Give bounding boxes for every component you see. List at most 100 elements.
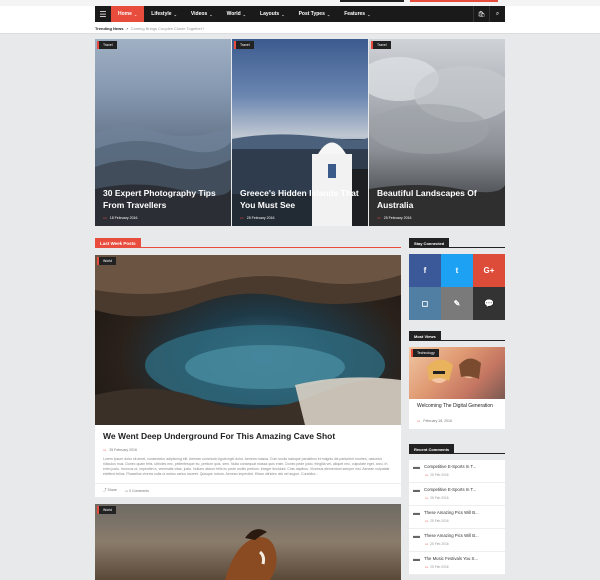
category-tag[interactable]: Travel	[234, 41, 254, 49]
calendar-icon: ▭	[425, 473, 429, 477]
top-strip-dark-bar	[340, 0, 404, 2]
comment-item[interactable]: ▬ The Music Festivals You S... ▭ 25 Feb 2…	[409, 552, 505, 575]
comment-post-title[interactable]: Competitive E-Sports In T...	[424, 487, 476, 492]
comment-date: ▭ 25 Feb 2016	[425, 473, 449, 477]
widget-header: Stay Connected	[409, 238, 505, 248]
chevron-down-icon: ⌄	[173, 11, 177, 17]
nav-item-label: Post Types	[298, 11, 325, 17]
hero-title[interactable]: Beautiful Landscapes Of Australia	[377, 187, 502, 211]
horse-image	[225, 529, 277, 580]
comment-post-title[interactable]: These Amazing Pics Will B...	[424, 510, 479, 515]
nav-item-world[interactable]: World ⌄	[220, 6, 253, 22]
chevron-down-icon: ⌄	[367, 11, 371, 17]
comment-item[interactable]: ▬ These Amazing Pics Will B... ▭ 25 Feb 2…	[409, 506, 505, 529]
search-icon[interactable]: ⌕	[489, 6, 505, 22]
hero-card[interactable]: Travel Beautiful Landscapes Of Australia…	[369, 39, 505, 226]
share-button[interactable]: ⤴ Share	[103, 488, 117, 493]
widget-header: Recent Comments	[409, 444, 505, 454]
hero-title[interactable]: Greece's Hidden Islands That You Must Se…	[240, 187, 365, 211]
comment-icon: ▬	[413, 533, 420, 540]
main-column: Last Week Posts	[95, 238, 401, 248]
post-title[interactable]: Welcoming The Digital Generation	[417, 403, 501, 410]
section-title: Last Week Posts	[95, 238, 141, 248]
category-tag[interactable]: World	[97, 257, 117, 265]
nav-item-videos[interactable]: Videos ⌄	[184, 6, 220, 22]
widget-header: Most Views	[409, 331, 505, 341]
calendar-icon: ▭	[425, 542, 429, 546]
comment-item[interactable]: ▬ Competitive E-Sports In T... ▭ 25 Feb 2…	[409, 460, 505, 483]
facebook-icon[interactable]: f	[409, 254, 441, 287]
date-text: 25 February 2016	[383, 215, 412, 220]
featured-post: World We Went Deep Underground For This …	[95, 255, 401, 497]
comment-item[interactable]: ▬ Competitive E-Sports In T... ▭ 25 Feb 2…	[409, 483, 505, 506]
top-strip-accent-bar	[410, 0, 498, 2]
nav-right-icons: 🛍 ⌕	[473, 6, 505, 22]
menu-icon[interactable]: ☰	[95, 6, 111, 22]
most-views-card[interactable]: Technology Welcoming The Digital Generat…	[409, 347, 505, 429]
comment-post-title[interactable]: These Amazing Pics Will B...	[424, 533, 479, 538]
post-meta: ⤴ Share ▭ 0 Comments	[95, 483, 401, 497]
twitter-icon[interactable]: t	[441, 254, 473, 287]
calendar-icon: ▭	[240, 215, 244, 220]
category-tag[interactable]: Travel	[371, 41, 391, 49]
nav-item-label: Videos	[190, 11, 208, 17]
main-navbar: ☰ Home ⌄ Lifestyle ⌄ Videos ⌄ World ⌄ Layout…	[0, 6, 600, 22]
nav-item-label: Lifestyle	[151, 11, 172, 17]
nav-item-lifestyle[interactable]: Lifestyle ⌄	[144, 6, 184, 22]
post-excerpt: Lorem ipsum dolor sit amet, consectetur …	[103, 457, 390, 476]
chevron-down-icon: ⌄	[326, 11, 331, 17]
comment-date: ▭ 25 Feb 2016	[425, 519, 449, 523]
hero-title[interactable]: 30 Expert Photography Tips From Travelle…	[103, 187, 228, 211]
navbar-inner: ☰ Home ⌄ Lifestyle ⌄ Videos ⌄ World ⌄ Layout…	[95, 6, 505, 22]
calendar-icon: ▭	[417, 419, 421, 423]
sidebar: Stay Connected	[409, 238, 505, 254]
nav-item-layouts[interactable]: Layouts ⌄	[253, 6, 292, 22]
chevron-down-icon: ⌄	[133, 11, 138, 17]
comments-count: 0 Comments	[129, 488, 149, 493]
trending-label: Trending News	[95, 25, 124, 31]
comment-date: ▭ 25 Feb 2016	[425, 496, 449, 500]
recent-comments-list: ▬ Competitive E-Sports In T... ▭ 25 Feb 2…	[409, 460, 505, 575]
chat-icon[interactable]: 💬	[473, 287, 505, 320]
google-plus-icon[interactable]: G+	[473, 254, 505, 287]
social-grid: f t G+ ◻ ✎ 💬	[409, 254, 505, 320]
comment-item[interactable]: ▬ These Amazing Pics Will B... ▭ 25 Feb 2…	[409, 529, 505, 552]
hero-card[interactable]: Travel 30 Expert Photography Tips From T…	[95, 39, 231, 226]
category-tag[interactable]: Travel	[97, 41, 117, 49]
comment-post-title[interactable]: Competitive E-Sports In T...	[424, 464, 476, 469]
comment-icon: ▬	[413, 510, 420, 517]
post-thumbnail[interactable]: Technology	[409, 347, 505, 399]
comments-link[interactable]: ▭ 0 Comments	[125, 489, 149, 493]
date-text: 25 Feb 2016	[430, 519, 449, 523]
date-text: 25 Feb 2016	[430, 542, 449, 546]
chevron-right-icon: ›	[126, 25, 128, 31]
most-views-widget: Most Views	[409, 331, 505, 347]
category-tag[interactable]: World	[97, 506, 117, 514]
nav-item-features[interactable]: Features ⌄	[337, 6, 377, 22]
second-post-image[interactable]: World	[95, 504, 401, 580]
date-text: 25 Feb 2016	[430, 473, 449, 477]
date-text: February 18, 2016	[423, 419, 452, 423]
comment-date: ▭ 25 Feb 2016	[425, 542, 449, 546]
post-title[interactable]: We Went Deep Underground For This Amazin…	[103, 431, 335, 441]
cart-icon[interactable]: 🛍	[473, 6, 489, 22]
calendar-icon: ▭	[103, 448, 107, 452]
category-tag[interactable]: Technology	[411, 349, 439, 357]
comment-icon: ▬	[413, 556, 420, 563]
post-image[interactable]: World	[95, 255, 401, 425]
widget-title: Recent Comments	[409, 444, 455, 454]
widget-title: Stay Connected	[409, 238, 450, 248]
instagram-icon[interactable]: ◻	[409, 287, 441, 320]
nav-item-label: Features	[344, 11, 366, 17]
hero-card[interactable]: Travel Greece's Hidden Islands That You …	[232, 39, 368, 226]
comment-icon: ▬	[413, 464, 420, 471]
nav-item-label: Home	[118, 11, 132, 17]
nav-item-post-types[interactable]: Post Types ⌄	[292, 6, 338, 22]
nav-item-home[interactable]: Home ⌄	[111, 6, 145, 22]
recent-comments-widget: Recent Comments	[409, 444, 505, 460]
chevron-down-icon: ⌄	[281, 11, 285, 17]
trending-headline[interactable]: Coming Brings Couples Closer Together?	[131, 26, 205, 31]
calendar-icon: ▭	[377, 215, 381, 220]
comment-post-title[interactable]: The Music Festivals You S...	[424, 556, 478, 561]
edit-icon[interactable]: ✎	[441, 287, 473, 320]
